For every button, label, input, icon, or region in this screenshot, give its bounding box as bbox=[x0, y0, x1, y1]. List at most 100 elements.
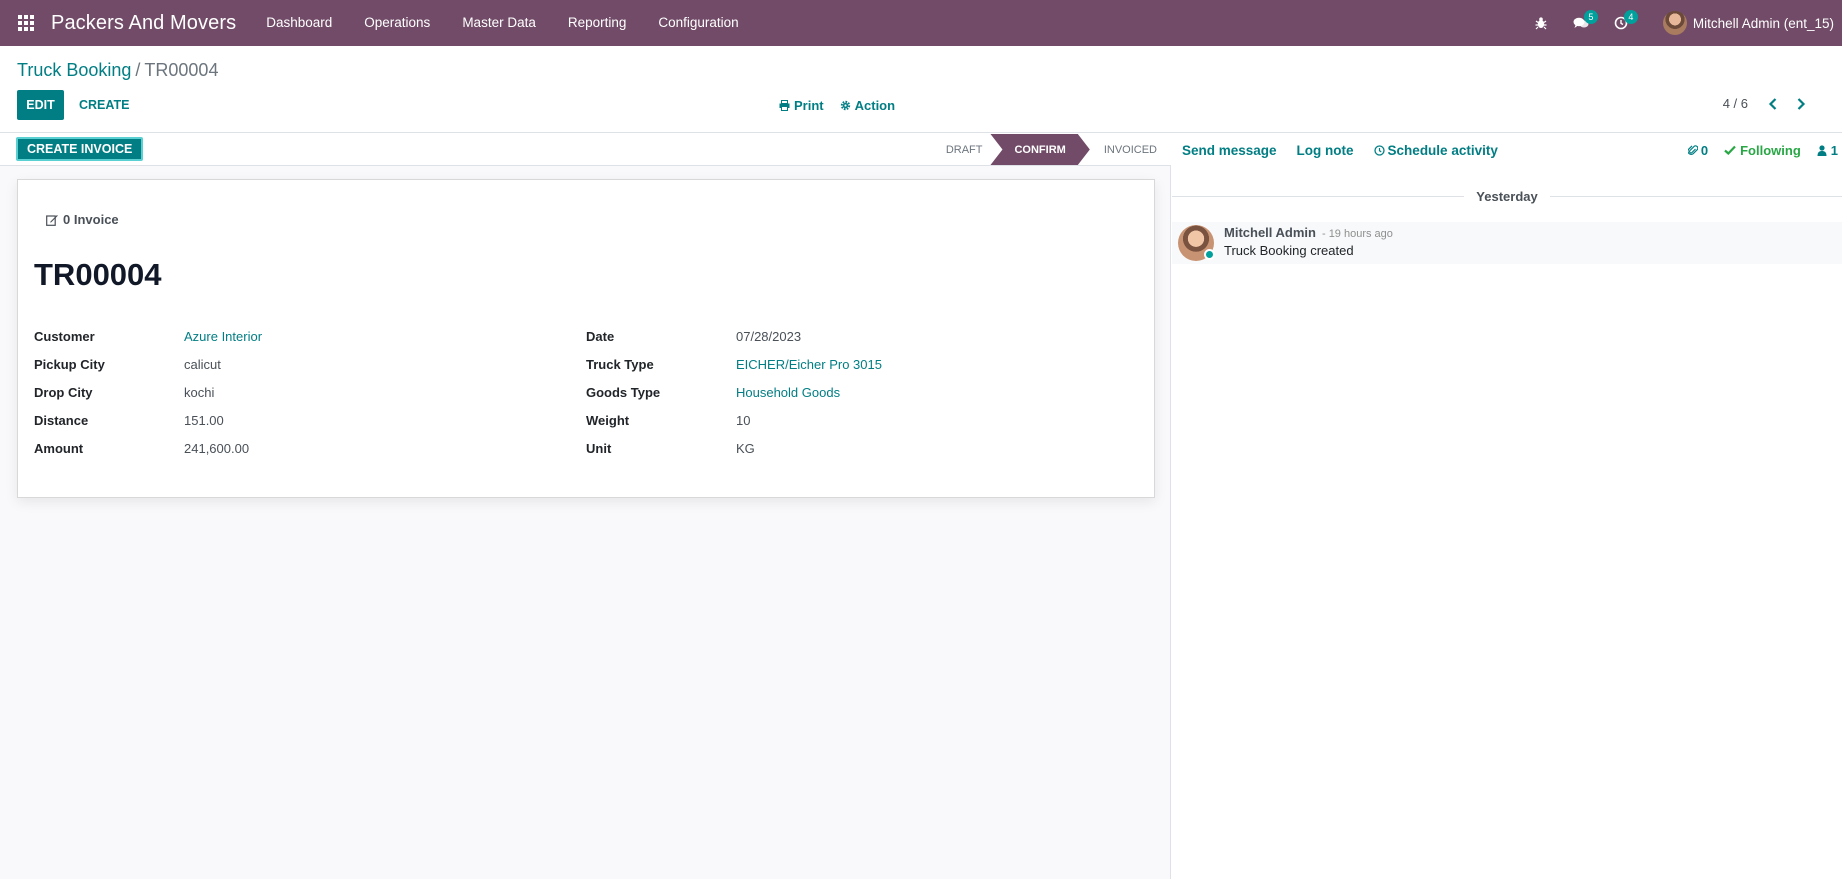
top-navbar: Packers And Movers Dashboard Operations … bbox=[0, 0, 1842, 46]
field-unit: Unit KG bbox=[586, 434, 882, 462]
field-value: 07/28/2023 bbox=[736, 328, 802, 344]
field-truck-type: Truck Type EICHER/Eicher Pro 3015 bbox=[586, 350, 882, 378]
systray: 5 4 Mitchell Admin (ent_15) bbox=[1521, 0, 1842, 46]
breadcrumb: Truck Booking / TR00004 bbox=[17, 60, 218, 81]
field-value: 10 bbox=[736, 412, 751, 428]
field-amount: Amount 241,600.00 bbox=[34, 434, 262, 462]
menu-dashboard[interactable]: Dashboard bbox=[250, 0, 348, 46]
gear-icon bbox=[840, 100, 850, 111]
create-button[interactable]: CREATE bbox=[70, 90, 138, 120]
messages-badge: 5 bbox=[1583, 10, 1598, 24]
chatter-topbar: Send message Log note Schedule activity … bbox=[1172, 134, 1842, 166]
chatter: Send message Log note Schedule activity … bbox=[1172, 134, 1842, 879]
field-value: 241,600.00 bbox=[184, 440, 250, 456]
record-title: TR00004 bbox=[34, 257, 162, 292]
activities-badge: 4 bbox=[1623, 10, 1638, 24]
message-body: Mitchell Admin - 19 hours ago Truck Book… bbox=[1224, 222, 1393, 258]
print-menu[interactable]: Print bbox=[779, 98, 824, 113]
breadcrumb-separator: / bbox=[135, 60, 141, 80]
online-status-icon bbox=[1204, 249, 1215, 260]
clock-icon bbox=[1373, 144, 1385, 156]
messages-icon[interactable]: 5 bbox=[1561, 0, 1601, 46]
field-value: KG bbox=[736, 440, 755, 456]
field-weight: Weight 10 bbox=[586, 406, 882, 434]
pager-previous-icon[interactable] bbox=[1768, 97, 1796, 110]
field-label: Goods Type bbox=[586, 384, 661, 400]
send-message-button[interactable]: Send message bbox=[1182, 143, 1277, 158]
print-label: Print bbox=[794, 98, 824, 113]
date-separator-label: Yesterday bbox=[1476, 188, 1538, 204]
chatter-right-actions: 0 Following 1 bbox=[1687, 142, 1838, 158]
attachments-button[interactable]: 0 bbox=[1687, 142, 1709, 158]
followers-button[interactable]: 1 bbox=[1817, 143, 1838, 158]
invoice-smart-button[interactable]: 0 Invoice bbox=[46, 212, 119, 227]
field-pickup-city: Pickup City calicut bbox=[34, 350, 262, 378]
print-icon bbox=[779, 100, 790, 111]
schedule-activity-button[interactable]: Schedule activity bbox=[1373, 142, 1498, 158]
attachments-count: 0 bbox=[1700, 142, 1709, 158]
apps-menu-icon[interactable] bbox=[16, 13, 36, 33]
menu-configuration[interactable]: Configuration bbox=[642, 0, 754, 46]
debug-bug-icon[interactable] bbox=[1521, 0, 1561, 46]
menu-reporting[interactable]: Reporting bbox=[552, 0, 643, 46]
followers-count: 1 bbox=[1830, 142, 1838, 158]
app-brand[interactable]: Packers And Movers bbox=[51, 12, 236, 35]
user-icon bbox=[1817, 144, 1827, 156]
stage-confirm[interactable]: CONFIRM bbox=[990, 134, 1089, 165]
main-menu: Dashboard Operations Master Data Reporti… bbox=[250, 0, 754, 46]
field-customer: Customer Azure Interior bbox=[34, 322, 262, 350]
user-avatar bbox=[1662, 11, 1687, 35]
field-goods-type: Goods Type Household Goods bbox=[586, 378, 882, 406]
form-statusbar: CREATE INVOICE DRAFT CONFIRM INVOICED bbox=[0, 134, 1171, 166]
following-label: Following bbox=[1740, 142, 1801, 158]
create-invoice-button[interactable]: CREATE INVOICE bbox=[16, 137, 144, 161]
field-date: Date 07/28/2023 bbox=[586, 322, 882, 350]
control-panel: Truck Booking / TR00004 EDIT CREATE Print … bbox=[0, 46, 1842, 133]
chatter-message: Mitchell Admin - 19 hours ago Truck Book… bbox=[1172, 222, 1842, 264]
check-icon bbox=[1724, 145, 1736, 155]
field-label: Customer bbox=[34, 328, 95, 344]
field-label: Amount bbox=[34, 440, 84, 456]
pager-next-icon[interactable] bbox=[1796, 97, 1824, 110]
field-label: Truck Type bbox=[586, 356, 654, 372]
activities-clock-icon[interactable]: 4 bbox=[1601, 0, 1641, 46]
breadcrumb-current: TR00004 bbox=[144, 60, 219, 80]
customer-link[interactable]: Azure Interior bbox=[184, 329, 262, 344]
field-distance: Distance 151.00 bbox=[34, 406, 262, 434]
stage-invoiced[interactable]: INVOICED bbox=[1084, 134, 1171, 165]
field-value: kochi bbox=[184, 384, 215, 400]
pager: 4 / 6 bbox=[1723, 96, 1824, 111]
breadcrumb-truck-booking[interactable]: Truck Booking bbox=[17, 60, 131, 80]
right-field-group: Date 07/28/2023 Truck Type EICHER/Eicher… bbox=[586, 322, 882, 462]
field-label: Distance bbox=[34, 412, 89, 428]
stage-draft[interactable]: DRAFT bbox=[926, 134, 997, 165]
menu-master-data[interactable]: Master Data bbox=[446, 0, 552, 46]
truck-type-link[interactable]: EICHER/Eicher Pro 3015 bbox=[736, 357, 882, 372]
edit-button[interactable]: EDIT bbox=[17, 90, 64, 120]
goods-type-link[interactable]: Household Goods bbox=[736, 385, 840, 400]
field-value: 151.00 bbox=[184, 412, 224, 428]
date-separator: Yesterday bbox=[1172, 188, 1842, 204]
action-label: Action bbox=[854, 98, 896, 113]
paperclip-icon bbox=[1687, 145, 1698, 155]
following-button[interactable]: Following bbox=[1724, 143, 1801, 158]
log-note-button[interactable]: Log note bbox=[1297, 143, 1354, 158]
user-name: Mitchell Admin (ent_15) bbox=[1692, 15, 1834, 31]
pager-value[interactable]: 4 / 6 bbox=[1723, 96, 1748, 111]
edit-square-icon bbox=[46, 214, 58, 226]
form-view: CREATE INVOICE DRAFT CONFIRM INVOICED 0 … bbox=[0, 134, 1171, 879]
field-label: Unit bbox=[586, 440, 612, 456]
action-menu[interactable]: Action bbox=[840, 98, 895, 113]
invoice-count: 0 bbox=[63, 212, 71, 227]
field-label: Weight bbox=[586, 412, 630, 428]
user-menu[interactable]: Mitchell Admin (ent_15) bbox=[1662, 11, 1834, 35]
author-avatar[interactable] bbox=[1178, 225, 1215, 261]
form-sheet: 0 Invoice TR00004 Customer Azure Interio… bbox=[17, 179, 1155, 498]
action-menus: Print Action bbox=[779, 98, 895, 113]
schedule-activity-label: Schedule activity bbox=[1387, 142, 1498, 158]
message-time: - 19 hours ago bbox=[1321, 228, 1393, 240]
message-author[interactable]: Mitchell Admin bbox=[1224, 225, 1316, 240]
menu-operations[interactable]: Operations bbox=[348, 0, 446, 46]
field-label: Date bbox=[586, 328, 615, 344]
field-drop-city: Drop City kochi bbox=[34, 378, 262, 406]
